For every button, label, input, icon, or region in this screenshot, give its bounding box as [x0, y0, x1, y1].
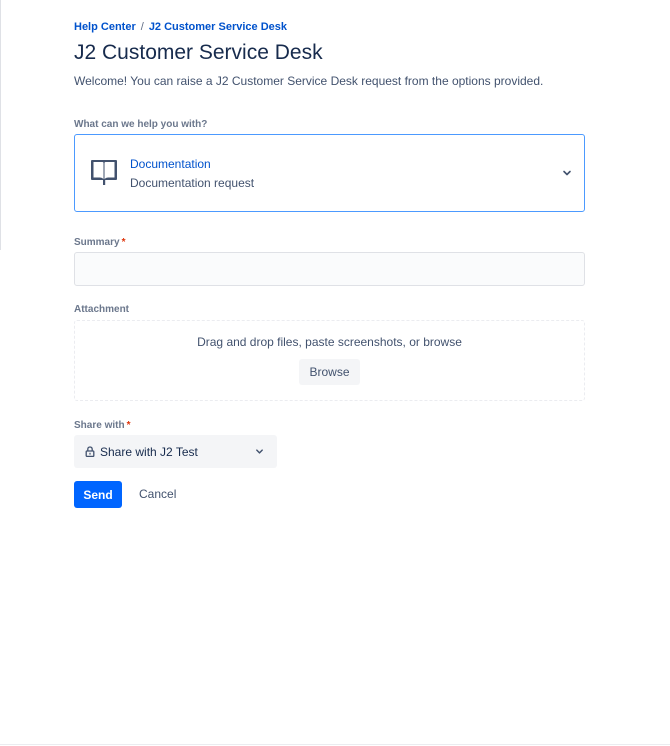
page-title: J2 Customer Service Desk — [74, 41, 323, 64]
summary-label: Summary * — [74, 237, 125, 248]
breadcrumb-service-desk[interactable]: J2 Customer Service Desk — [149, 21, 287, 33]
welcome-message: Welcome! You can raise a J2 Customer Ser… — [74, 74, 544, 88]
request-type-name: Documentation — [130, 157, 211, 171]
request-type-description: Documentation request — [130, 176, 255, 190]
request-type-select[interactable]: Documentation Documentation request — [74, 134, 585, 212]
breadcrumb-separator: / — [140, 21, 144, 33]
send-button[interactable]: Send — [74, 481, 122, 508]
breadcrumb: Help Center / J2 Customer Service Desk — [74, 21, 287, 33]
summary-label-text: Summary — [74, 237, 120, 248]
required-marker: * — [121, 237, 126, 248]
share-with-select[interactable]: Share with J2 Test — [74, 435, 277, 468]
share-with-value: Share with J2 Test — [100, 445, 198, 459]
bottom-border — [0, 744, 670, 745]
share-label: Share with * — [74, 420, 130, 431]
required-marker: * — [126, 420, 131, 431]
cancel-link[interactable]: Cancel — [139, 487, 176, 501]
share-label-text: Share with — [74, 420, 125, 431]
dropzone-text: Drag and drop files, paste screenshots, … — [197, 335, 462, 349]
chevron-down-icon[interactable] — [255, 447, 264, 456]
attachment-dropzone[interactable]: Drag and drop files, paste screenshots, … — [74, 320, 585, 401]
attachment-label: Attachment — [74, 304, 130, 315]
book-icon — [91, 160, 117, 185]
request-type-label: What can we help you with? — [74, 119, 208, 130]
summary-input[interactable] — [74, 252, 585, 286]
breadcrumb-help-center[interactable]: Help Center — [74, 21, 136, 33]
left-border — [0, 0, 1, 250]
chevron-down-icon[interactable] — [562, 168, 572, 178]
browse-button[interactable]: Browse — [299, 359, 360, 385]
lock-icon — [85, 446, 95, 457]
